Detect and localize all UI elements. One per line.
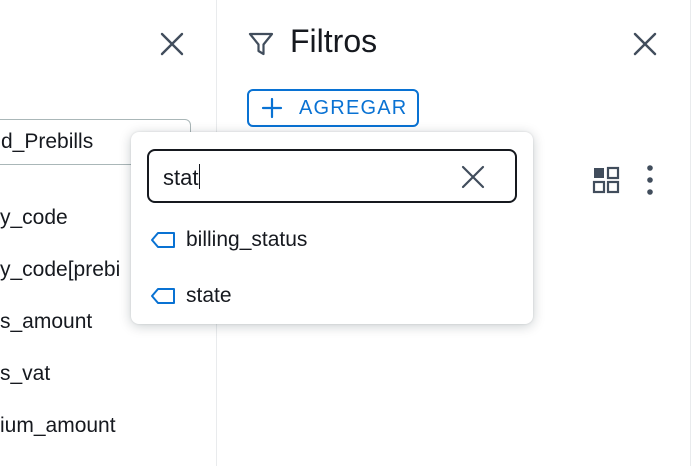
field-item[interactable]: s_amount	[0, 310, 92, 334]
field-search-dropdown: stat billing_status state	[131, 132, 533, 324]
panel-title: Filtros	[290, 23, 378, 59]
field-item[interactable]: y_code	[0, 206, 68, 230]
dataset-select-value: d_Prebills	[1, 130, 94, 153]
add-filter-button[interactable]: AGREGAR	[247, 89, 419, 127]
dropdown-option-label: state	[186, 284, 232, 307]
dimension-tag-icon	[151, 288, 175, 304]
field-item[interactable]: y_code[prebi	[0, 258, 120, 282]
panel-divider	[690, 0, 691, 466]
filter-icon	[248, 32, 274, 56]
plus-icon	[261, 97, 283, 119]
dropdown-option-label: billing_status	[186, 228, 308, 251]
field-item[interactable]: s_vat	[0, 362, 50, 386]
dimension-tag-icon	[151, 232, 175, 248]
clear-icon[interactable]	[460, 164, 486, 190]
more-options-icon[interactable]	[640, 163, 660, 197]
text-cursor	[199, 164, 201, 189]
field-item[interactable]: ium_amount	[0, 414, 116, 438]
field-search-input[interactable]: stat	[147, 149, 517, 203]
dropdown-option-billing-status[interactable]: billing_status	[131, 216, 533, 266]
field-search-value: stat	[163, 165, 199, 190]
layout-grid-icon[interactable]	[592, 166, 620, 194]
add-filter-label: AGREGAR	[299, 96, 408, 119]
close-icon[interactable]	[158, 30, 186, 58]
dropdown-option-state[interactable]: state	[131, 272, 533, 322]
close-icon[interactable]	[631, 30, 659, 58]
